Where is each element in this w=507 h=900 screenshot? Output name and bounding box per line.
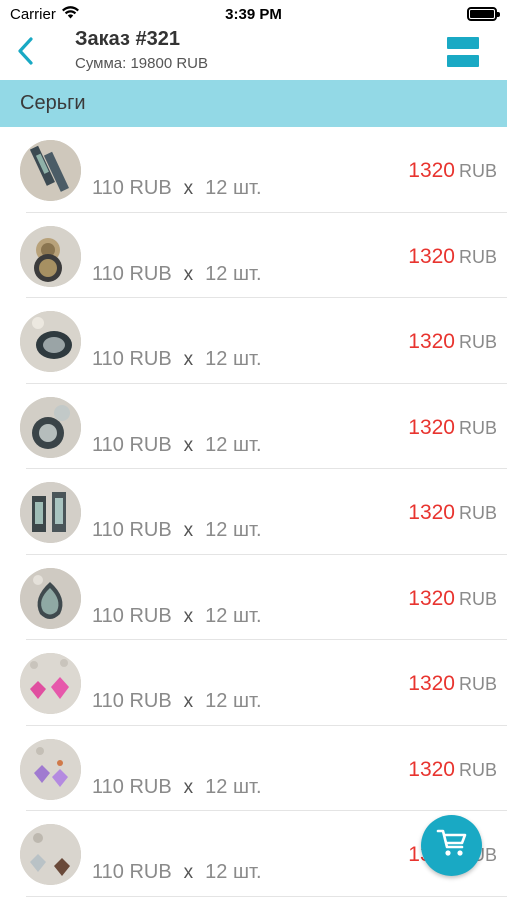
quantity: 12 шт. (205, 519, 262, 541)
total-amount: 1320 (408, 501, 455, 524)
quantity: 12 шт. (205, 604, 262, 627)
times-sign: x (183, 178, 194, 199)
times-sign: x (183, 605, 194, 627)
product-thumbnail (20, 738, 81, 800)
unit-price: 110 RUB (92, 604, 172, 627)
item-total: 1320 RUB (408, 672, 497, 696)
quantity: 12 шт. (205, 690, 262, 712)
total-amount: 1320 (408, 672, 455, 695)
order-screen: Carrier 3:39 PM Заказ #321 Сумма: 19800 … (0, 0, 507, 900)
quantity: 12 шт. (205, 775, 262, 798)
price-line: 110 RUB x 12 шт. (92, 690, 262, 713)
cart-icon (436, 828, 468, 863)
times-sign: x (183, 862, 194, 883)
total-amount: 1320 (408, 244, 455, 268)
product-thumbnail (20, 225, 81, 287)
order-header: Заказ #321 Сумма: 19800 RUB (0, 28, 507, 80)
list-item[interactable]: 110 RUB x 12 шт. 1320 RUB (0, 384, 507, 470)
item-total: 1320 RUB (408, 501, 497, 525)
product-thumbnail (20, 567, 81, 629)
total-currency: RUB (458, 759, 497, 780)
quantity: 12 шт. (205, 433, 262, 456)
list-item[interactable]: 110 RUB x 12 шт. 1320 RUB (0, 213, 507, 299)
product-thumbnail (20, 824, 81, 885)
section-header: Серьги (0, 80, 507, 127)
total-amount: 1320 (408, 159, 455, 182)
price-line: 110 RUB x 12 шт. (92, 348, 262, 371)
item-total: 1320 RUB (408, 330, 497, 354)
wifi-icon (61, 5, 79, 23)
times-sign: x (183, 349, 194, 370)
times-sign: x (183, 691, 194, 712)
cart-button[interactable] (421, 815, 482, 876)
list-item[interactable]: 110 RUB x 12 шт. 1320 RUB (0, 640, 507, 726)
total-amount: 1320 (408, 415, 455, 439)
unit-price: 110 RUB (92, 262, 172, 285)
battery-icon (467, 7, 500, 21)
quantity: 12 шт. (205, 262, 262, 285)
back-button[interactable] (12, 36, 38, 70)
times-sign: x (183, 776, 194, 798)
product-thumbnail (20, 482, 81, 543)
unit-price: 110 RUB (92, 433, 172, 456)
item-total: 1320 RUB (408, 159, 497, 183)
price-line: 110 RUB x 12 шт. (92, 519, 262, 542)
product-thumbnail (20, 396, 81, 458)
price-line: 110 RUB x 12 шт. (92, 861, 262, 884)
title-block: Заказ #321 Сумма: 19800 RUB (75, 28, 208, 72)
price-line: 110 RUB x 12 шт. (92, 434, 262, 457)
product-thumbnail (20, 140, 81, 201)
section-title: Серьги (20, 92, 86, 114)
unit-price: 110 RUB (92, 177, 172, 199)
list-item[interactable]: 110 RUB x 12 шт. 1320 RUB (0, 469, 507, 555)
total-currency: RUB (458, 503, 497, 523)
carrier-label: Carrier (10, 5, 56, 23)
order-sum: Сумма: 19800 RUB (75, 55, 209, 72)
list-item[interactable]: 110 RUB x 12 шт. 1320 RUB (0, 298, 507, 384)
unit-price: 110 RUB (92, 861, 172, 883)
product-thumbnail (20, 311, 81, 372)
total-amount: 1320 (408, 757, 455, 781)
total-currency: RUB (458, 588, 497, 609)
chevron-left-icon (16, 36, 34, 71)
quantity: 12 шт. (205, 861, 262, 883)
menu-button[interactable] (447, 37, 479, 67)
price-line: 110 RUB x 12 шт. (92, 605, 262, 628)
menu-icon-bar (447, 55, 479, 67)
times-sign: x (183, 263, 194, 285)
times-sign: x (183, 434, 194, 456)
unit-price: 110 RUB (92, 690, 172, 712)
menu-icon (447, 37, 479, 49)
total-currency: RUB (458, 332, 497, 352)
price-line: 110 RUB x 12 шт. (92, 776, 262, 799)
list-item[interactable]: 110 RUB x 12 шт. 1320 RUB (0, 127, 507, 213)
quantity: 12 шт. (205, 177, 262, 199)
order-items-list: 110 RUB x 12 шт. 1320 RUB 110 RUB x 12 ш… (0, 127, 507, 897)
total-currency: RUB (458, 246, 497, 267)
unit-price: 110 RUB (92, 519, 172, 541)
status-bar: Carrier 3:39 PM (0, 0, 507, 28)
total-amount: 1320 (408, 330, 455, 353)
total-amount: 1320 (408, 586, 455, 610)
item-total: 1320 RUB (408, 245, 497, 269)
list-item[interactable]: 110 RUB x 12 шт. 1320 RUB (0, 555, 507, 641)
quantity: 12 шт. (205, 348, 262, 370)
unit-price: 110 RUB (92, 775, 172, 798)
total-currency: RUB (458, 417, 497, 438)
list-item[interactable]: 110 RUB x 12 шт. 1320 RUB (0, 726, 507, 812)
item-total: 1320 RUB (408, 416, 497, 440)
unit-price: 110 RUB (92, 348, 172, 370)
status-left: Carrier (10, 6, 79, 23)
price-line: 110 RUB x 12 шт. (92, 177, 262, 200)
price-line: 110 RUB x 12 шт. (92, 263, 262, 286)
times-sign: x (183, 520, 194, 541)
total-currency: RUB (458, 161, 497, 181)
item-total: 1320 RUB (408, 587, 497, 611)
order-title: Заказ #321 (75, 28, 181, 50)
product-thumbnail (20, 653, 81, 714)
item-total: 1320 RUB (408, 758, 497, 782)
total-currency: RUB (458, 674, 497, 694)
